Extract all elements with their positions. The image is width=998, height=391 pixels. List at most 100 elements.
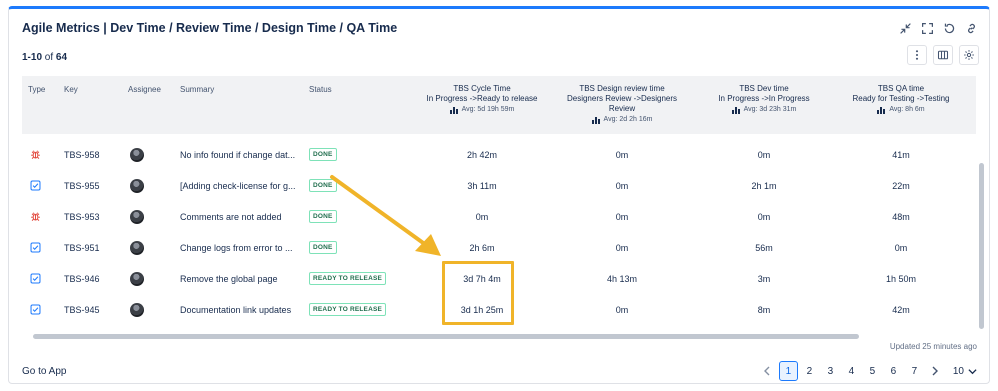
col-dev-time[interactable]: TBS Dev time In Progress ->In Progress A… <box>704 84 824 115</box>
issue-summary[interactable]: Comments are not added <box>180 201 282 232</box>
page-button[interactable]: 2 <box>800 361 819 381</box>
assignee-cell <box>130 139 144 170</box>
col-type[interactable]: Type <box>28 85 45 94</box>
bar-chart-icon <box>449 106 459 114</box>
results-count: 1-10 of 64 <box>22 52 67 63</box>
col-cycle-time[interactable]: TBS Cycle Time In Progress ->Ready to re… <box>417 84 547 115</box>
collapse-icon[interactable] <box>897 20 913 36</box>
bug-icon <box>30 139 41 170</box>
fullscreen-icon[interactable] <box>919 20 935 36</box>
table-row[interactable]: TBS-958 No info found if change dat... DON… <box>22 139 976 170</box>
design-time-value: 0m <box>615 242 629 253</box>
issue-summary[interactable]: Documentation link updates <box>180 294 291 325</box>
design-time-value: 0m <box>615 304 629 315</box>
bug-icon <box>30 201 41 232</box>
col-design-time[interactable]: TBS Design review time Designers Review … <box>562 84 682 125</box>
results-total: 64 <box>55 52 68 63</box>
page-button[interactable]: 4 <box>842 361 861 381</box>
col-key[interactable]: Key <box>64 85 78 94</box>
panel-actions <box>897 20 979 36</box>
table-row[interactable]: TBS-953 Comments are not added DONE 0m 0m 0m 4… <box>22 201 976 232</box>
col-cycle-avg: Avg: 5d 19h 59m <box>461 106 515 113</box>
updated-text: Updated 25 minutes ago <box>889 342 977 351</box>
assignee-cell <box>130 263 144 294</box>
page-button[interactable]: 5 <box>863 361 882 381</box>
horizontal-scrollbar[interactable] <box>33 334 859 339</box>
design-time-value: 0m <box>615 180 629 191</box>
qa-time-value: 1h 50m <box>885 273 917 284</box>
design-time-value: 0m <box>615 211 629 222</box>
dev-time-value: 2h 1m <box>751 180 777 191</box>
issue-summary[interactable]: Remove the global page <box>180 263 278 294</box>
status-cell: DONE <box>309 232 337 263</box>
bar-chart-icon <box>731 106 741 114</box>
page-button[interactable]: 3 <box>821 361 840 381</box>
task-icon <box>30 232 41 263</box>
status-cell: DONE <box>309 170 337 201</box>
table-row[interactable]: TBS-955 [Adding check-license for g... DON… <box>22 170 976 201</box>
prev-page-button[interactable] <box>758 361 777 381</box>
avatar <box>130 240 144 255</box>
avatar <box>130 271 144 286</box>
issue-summary[interactable]: No info found if change dat... <box>180 139 295 170</box>
status-cell: DONE <box>309 201 337 232</box>
table-row[interactable]: TBS-951 Change logs from error to ... DONE… <box>22 232 976 263</box>
status-badge: DONE <box>309 148 337 161</box>
status-cell: DONE <box>309 139 337 170</box>
col-status[interactable]: Status <box>309 85 332 94</box>
go-to-app-link[interactable]: Go to App <box>22 366 66 377</box>
col-design-transition: Designers Review ->Designers Review <box>566 94 678 113</box>
link-icon[interactable] <box>963 20 979 36</box>
per-page-select[interactable]: 10 <box>953 366 977 377</box>
table-header: Type Key Assignee Summary Status TBS Cyc… <box>22 76 976 134</box>
dev-time-value: 0m <box>757 149 771 160</box>
more-vertical-icon[interactable] <box>907 45 927 65</box>
assignee-cell <box>130 170 144 201</box>
issue-key[interactable]: TBS-958 <box>64 139 100 170</box>
qa-time-value: 42m <box>892 304 910 315</box>
col-dev-name: TBS Dev time <box>739 84 789 93</box>
col-qa-name: TBS QA time <box>877 84 925 93</box>
highlight-box <box>442 261 514 325</box>
status-cell: READY TO RELEASE <box>309 294 387 325</box>
issue-key[interactable]: TBS-951 <box>64 232 100 263</box>
dev-time-value: 56m <box>755 242 773 253</box>
table-toolbar <box>907 45 979 65</box>
columns-icon[interactable] <box>933 45 953 65</box>
issue-key[interactable]: TBS-955 <box>64 170 100 201</box>
bar-chart-icon <box>877 106 886 114</box>
task-icon <box>30 170 41 201</box>
qa-time-value: 41m <box>892 149 910 160</box>
col-qa-avg: Avg: 8h 6m <box>889 106 925 113</box>
avatar <box>130 178 144 193</box>
col-qa-transition: Ready for Testing ->Testing <box>852 94 950 103</box>
status-badge: DONE <box>309 241 337 254</box>
status-badge: READY TO RELEASE <box>309 272 387 285</box>
page-button[interactable]: 1 <box>778 361 798 381</box>
results-range: 1-10 <box>22 52 43 63</box>
task-icon <box>30 263 41 294</box>
dev-time-value: 0m <box>757 211 771 222</box>
status-cell: READY TO RELEASE <box>309 263 387 294</box>
next-page-button[interactable] <box>926 361 945 381</box>
page-button[interactable]: 7 <box>905 361 924 381</box>
issue-key[interactable]: TBS-945 <box>64 294 100 325</box>
settings-icon[interactable] <box>959 45 979 65</box>
col-qa-time[interactable]: TBS QA time Ready for Testing ->Testing … <box>836 84 966 115</box>
col-summary[interactable]: Summary <box>180 85 214 94</box>
status-badge: READY TO RELEASE <box>309 303 387 316</box>
dev-time-value: 3m <box>757 273 771 284</box>
issue-key[interactable]: TBS-946 <box>64 263 100 294</box>
qa-time-value: 48m <box>892 211 910 222</box>
results-of: of <box>44 52 54 63</box>
refresh-icon[interactable] <box>941 20 957 36</box>
vertical-scrollbar[interactable] <box>979 163 984 329</box>
chevron-right-icon <box>932 366 939 376</box>
cycle-time-value: 0m <box>475 211 489 222</box>
issue-key[interactable]: TBS-953 <box>64 201 100 232</box>
issue-summary[interactable]: Change logs from error to ... <box>180 232 293 263</box>
issue-summary[interactable]: [Adding check-license for g... <box>180 170 296 201</box>
page-button[interactable]: 6 <box>884 361 903 381</box>
col-dev-transition: In Progress ->In Progress <box>718 94 810 103</box>
col-assignee[interactable]: Assignee <box>128 85 161 94</box>
